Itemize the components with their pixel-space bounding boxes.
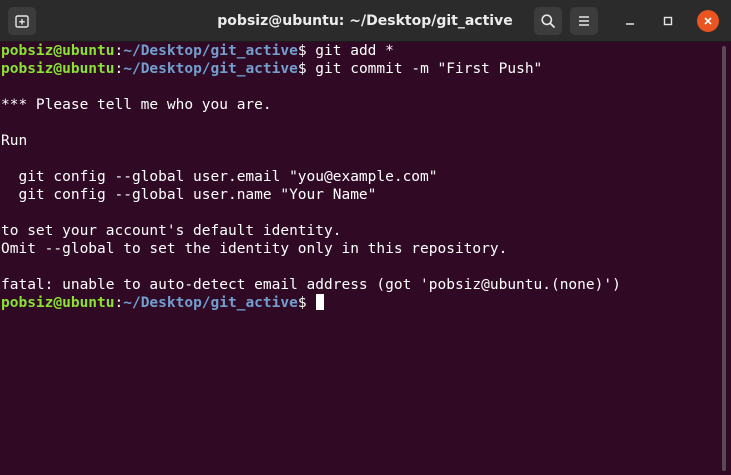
new-tab-icon bbox=[15, 15, 29, 28]
close-button[interactable] bbox=[697, 10, 719, 32]
prompt-path: ~/Desktop/git_active bbox=[123, 295, 298, 311]
new-tab-button[interactable] bbox=[8, 7, 36, 35]
command-line: pobsiz@ubuntu:~/Desktop/git_active$ git … bbox=[1, 42, 721, 60]
hamburger-menu-icon bbox=[579, 16, 589, 26]
output-line: to set your account's default identity. bbox=[1, 223, 342, 239]
output-line: Omit --global to set the identity only i… bbox=[1, 241, 508, 257]
window-title: pobsiz@ubuntu: ~/Desktop/git_active bbox=[217, 13, 513, 29]
title-bar: pobsiz@ubuntu: ~/Desktop/git_active bbox=[0, 0, 731, 42]
active-prompt-line: pobsiz@ubuntu:~/Desktop/git_active$ bbox=[1, 294, 721, 312]
prompt-separator: : bbox=[114, 61, 124, 77]
close-icon bbox=[704, 17, 712, 25]
search-icon bbox=[541, 14, 555, 28]
minimize-icon bbox=[626, 23, 634, 25]
output-line: git config --global user.name "Your Name… bbox=[1, 187, 377, 203]
prompt-symbol: $ bbox=[297, 43, 307, 59]
prompt-path: ~/Desktop/git_active bbox=[123, 61, 298, 77]
prompt-separator: : bbox=[114, 43, 124, 59]
terminal-window: pobsiz@ubuntu: ~/Desktop/git_active pobs… bbox=[0, 0, 731, 475]
minimize-button[interactable] bbox=[619, 10, 641, 32]
maximize-icon bbox=[663, 16, 673, 26]
prompt-path: ~/Desktop/git_active bbox=[123, 43, 298, 59]
output-line: Run bbox=[1, 133, 28, 149]
output-line: git config --global user.email "you@exam… bbox=[1, 169, 438, 185]
prompt-separator: : bbox=[114, 295, 124, 311]
text-cursor bbox=[315, 294, 324, 310]
command-text: git commit -m "First Push" bbox=[306, 61, 543, 77]
command-line: pobsiz@ubuntu:~/Desktop/git_active$ git … bbox=[1, 60, 721, 78]
menu-button[interactable] bbox=[570, 7, 598, 35]
search-button[interactable] bbox=[534, 7, 562, 35]
prompt-symbol: $ bbox=[297, 295, 307, 311]
command-text: git add * bbox=[306, 43, 394, 59]
output-line: fatal: unable to auto-detect email addre… bbox=[1, 277, 621, 293]
prompt-user: pobsiz@ubuntu bbox=[1, 295, 115, 311]
maximize-button[interactable] bbox=[657, 10, 679, 32]
terminal-output-area[interactable]: pobsiz@ubuntu:~/Desktop/git_active$ git … bbox=[0, 42, 721, 475]
prompt-user: pobsiz@ubuntu bbox=[1, 43, 115, 59]
scrollbar[interactable] bbox=[722, 46, 726, 471]
prompt-user: pobsiz@ubuntu bbox=[1, 61, 115, 77]
prompt-symbol: $ bbox=[297, 61, 307, 77]
output-line: *** Please tell me who you are. bbox=[1, 97, 272, 113]
